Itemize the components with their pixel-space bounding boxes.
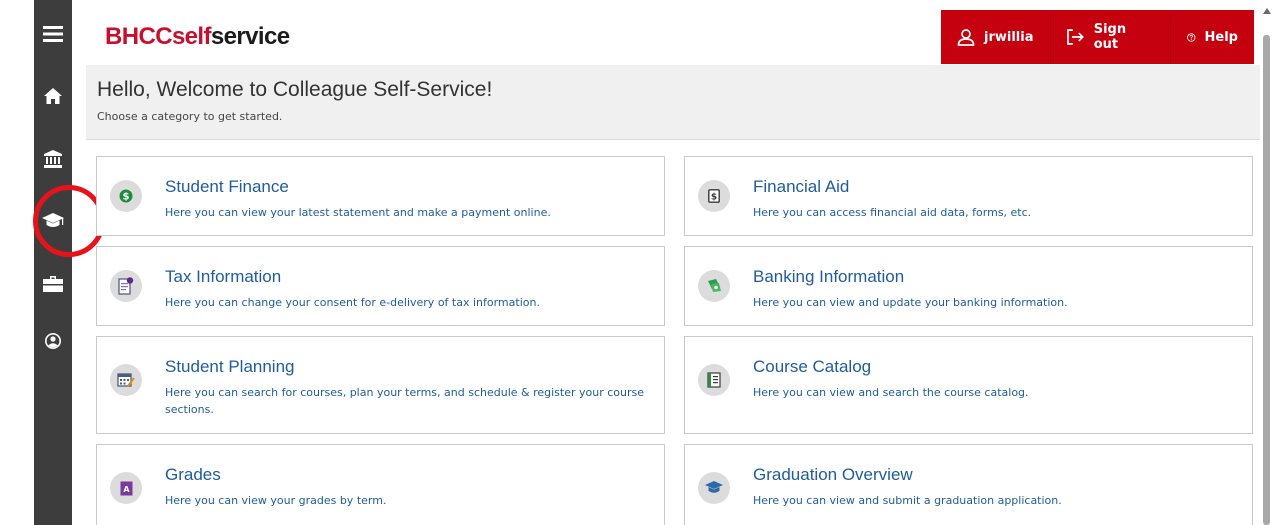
sidebar-item-profile[interactable] [34,325,72,357]
card-icon-circle [110,364,142,396]
card-icon-circle: A [110,472,142,504]
dollar-bill-icon: $ [708,189,720,203]
sidebar-item-home[interactable] [34,80,72,112]
sign-out-button[interactable]: Sign out [1051,10,1171,64]
card-icon-circle: $ [110,180,142,212]
card-description: Here you can view your grades by term. [165,494,387,507]
card-graduation-overview[interactable]: Graduation Overview Here you can view an… [684,444,1253,525]
card-title: Banking Information [753,267,905,286]
svg-text:$: $ [123,192,130,203]
money-icon [708,279,721,292]
help-button[interactable]: Help [1171,10,1254,64]
sign-out-label: Sign out [1093,22,1127,52]
sidebar-item-finance[interactable] [34,143,72,175]
sign-out-icon [1067,29,1084,45]
bank-icon [44,150,62,168]
menu-icon [43,26,63,42]
card-title: Grades [165,465,221,484]
logo-text-self: self [171,23,212,50]
scrollbar-thumb[interactable] [1263,35,1270,525]
catalog-book-icon [707,372,721,388]
card-student-planning[interactable]: Student Planning Here you can search for… [96,336,665,434]
help-label: Help [1204,29,1238,45]
card-title: Course Catalog [753,357,872,376]
card-title: Tax Information [165,267,282,286]
briefcase-icon [43,276,63,292]
card-title: Financial Aid [753,177,850,196]
sidebar [34,0,72,525]
card-description: Here you can view and search the course … [753,386,1029,399]
grade-icon: A [120,481,132,495]
app-logo[interactable]: BHCCselfservice [105,22,290,52]
svg-text:A: A [123,485,130,494]
dollar-coin-icon: $ [119,189,133,203]
home-icon [44,88,62,104]
card-description: Here you can change your consent for e-d… [165,296,540,309]
card-title: Student Planning [165,357,295,376]
card-description: Here you can view and update your bankin… [753,296,1068,309]
user-circle-icon [45,333,61,349]
card-icon-circle [698,472,730,504]
svg-text:$: $ [711,193,717,203]
help-icon [1187,32,1196,42]
card-description: Here you can access financial aid data, … [753,206,1032,219]
calendar-icon [117,373,135,387]
scroll-up-arrow-icon[interactable] [1263,8,1271,14]
user-menu-button[interactable]: jrwillia [941,10,1051,64]
card-icon-circle [698,270,730,302]
card-student-finance[interactable]: $ Student Finance Here you can view your… [96,156,665,236]
logo-text-bhcc: BHCC [105,23,173,50]
card-title: Student Finance [165,177,289,196]
user-icon [957,29,975,46]
card-banking-information[interactable]: Banking Information Here you can view an… [684,246,1253,326]
card-description: Here you can view your latest statement … [165,206,551,219]
sidebar-item-employment[interactable] [34,268,72,300]
card-financial-aid[interactable]: $ Financial Aid Here you can access fina… [684,156,1253,236]
tax-document-icon [118,277,134,295]
card-icon-circle: $ [698,180,730,212]
page-subtitle: Choose a category to get started. [97,110,283,123]
card-grades[interactable]: A Grades Here you can view your grades b… [96,444,665,525]
card-tax-information[interactable]: Tax Information Here you can change your… [96,246,665,326]
menu-button[interactable] [34,18,72,50]
card-course-catalog[interactable]: Course Catalog Here you can view and sea… [684,336,1253,434]
card-icon-circle [698,364,730,396]
card-icon-circle [110,270,142,302]
card-description: Here you can search for courses, plan yo… [165,386,645,416]
user-name-label: jrwillia [984,29,1034,45]
welcome-banner: Hello, Welcome to Colleague Self-Service… [86,65,1260,140]
card-description: Here you can view and submit a graduatio… [753,494,1062,507]
top-bar: BHCCselfservice jrwillia Sign out Help [72,0,1274,65]
graduation-cap-icon [705,481,723,493]
header-actions: jrwillia Sign out Help [941,10,1254,64]
logo-text-service: service [210,23,290,50]
page-scrollbar[interactable] [1260,0,1274,525]
highlight-annotation-circle [33,185,105,257]
page-title: Hello, Welcome to Colleague Self-Service… [97,78,493,101]
card-title: Graduation Overview [753,465,913,484]
